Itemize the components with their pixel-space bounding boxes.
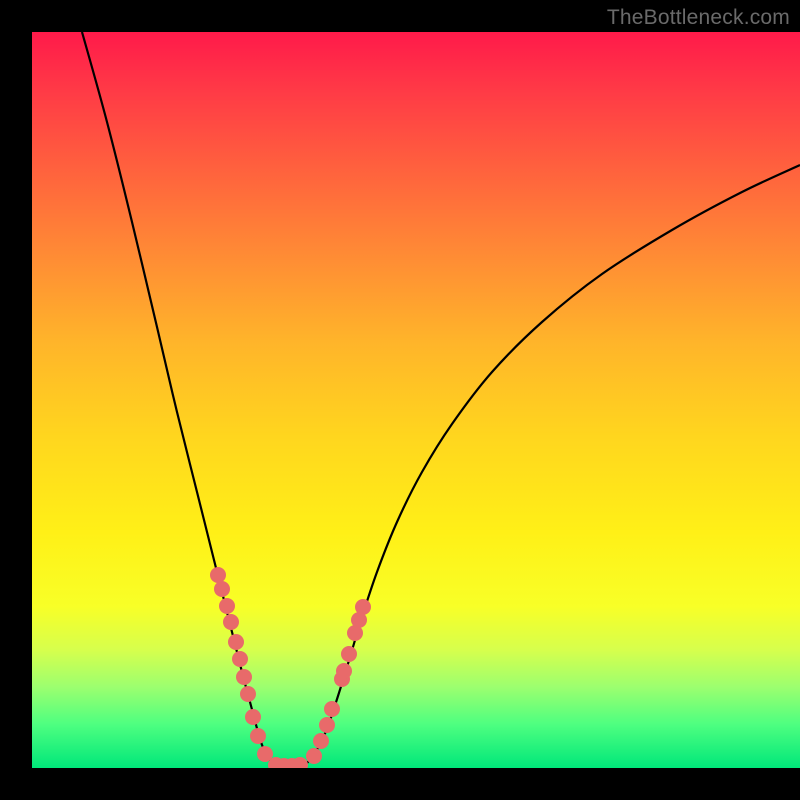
data-dot <box>319 717 335 733</box>
data-dot <box>250 728 266 744</box>
curve-left <box>82 32 284 766</box>
data-dot <box>214 581 230 597</box>
plot-area <box>32 32 800 768</box>
data-dot <box>324 701 340 717</box>
data-dot <box>313 733 329 749</box>
data-dot <box>306 748 322 764</box>
data-dot <box>228 634 244 650</box>
watermark-text: TheBottleneck.com <box>607 6 790 30</box>
data-dot <box>245 709 261 725</box>
curve-right <box>284 165 800 766</box>
curve-svg <box>32 32 800 768</box>
data-dot <box>223 614 239 630</box>
data-dot <box>236 669 252 685</box>
data-dots <box>210 567 371 768</box>
data-dot <box>219 598 235 614</box>
chart-frame: TheBottleneck.com <box>0 0 800 800</box>
data-dot <box>210 567 226 583</box>
data-dot <box>341 646 357 662</box>
data-dot <box>355 599 371 615</box>
data-dot <box>336 663 352 679</box>
data-dot <box>240 686 256 702</box>
data-dot <box>232 651 248 667</box>
